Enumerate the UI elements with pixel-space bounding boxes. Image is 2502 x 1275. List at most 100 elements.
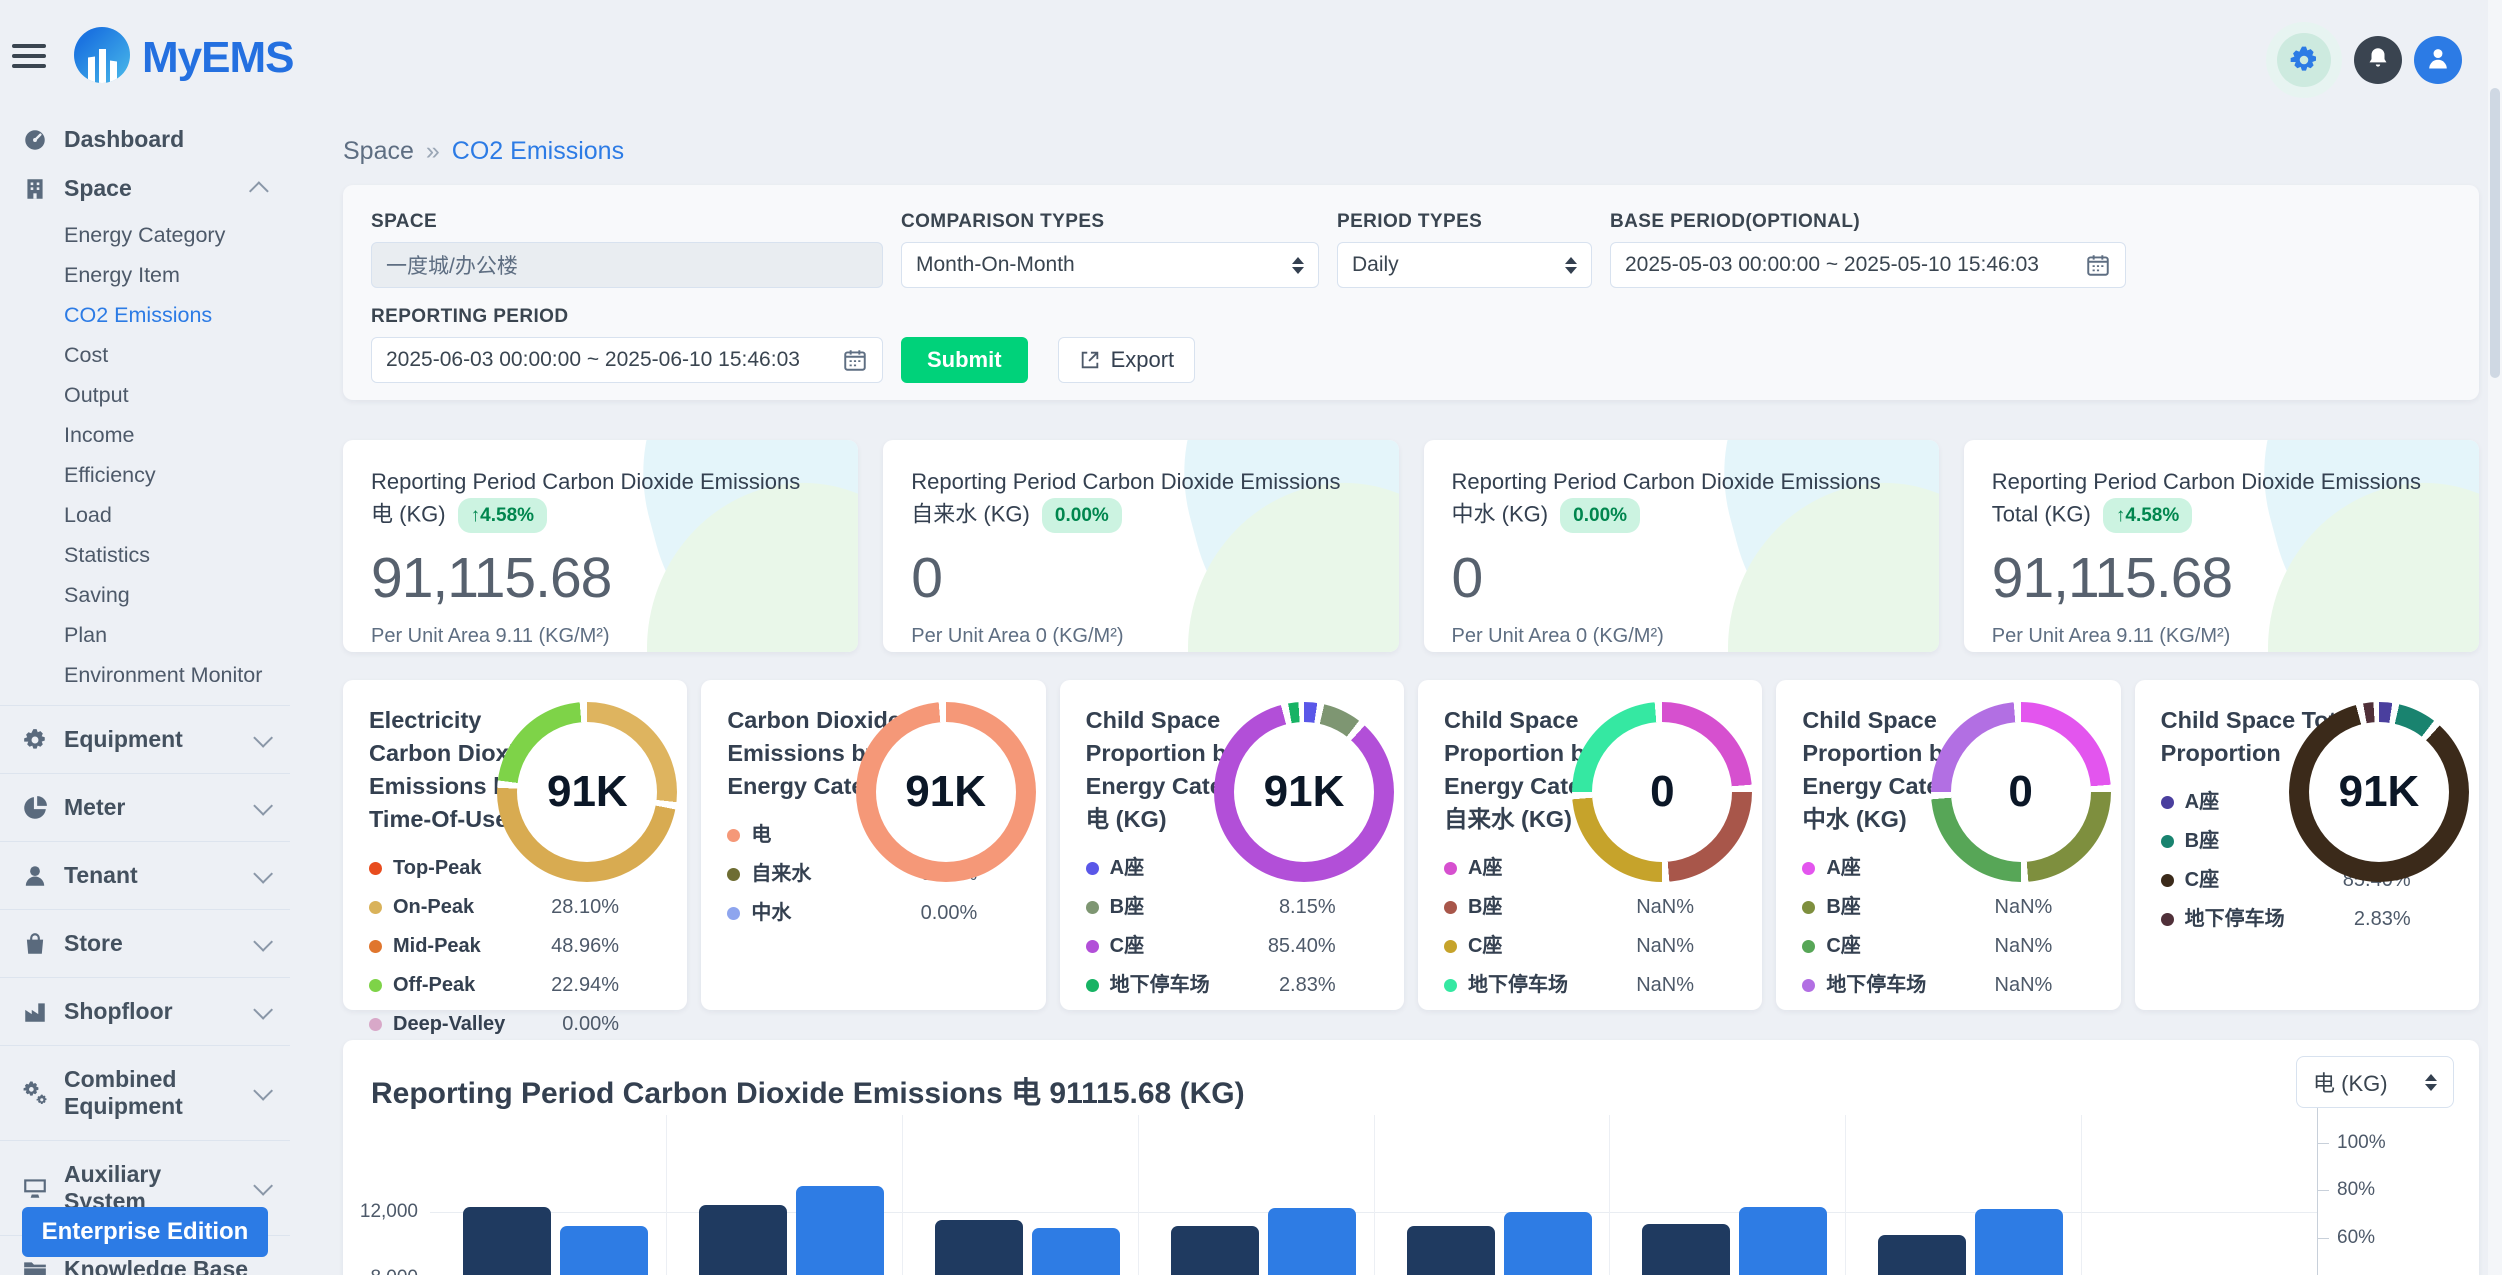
sidebar-subitem-income[interactable]: Income [64,415,290,455]
legend-item[interactable]: 地下停车场 NaN% [1444,973,1694,998]
breadcrumb-parent[interactable]: Space [343,137,414,166]
enterprise-edition-button[interactable]: Enterprise Edition [22,1207,268,1257]
export-button[interactable]: Export [1058,337,1196,383]
y-axis-right-line [2317,1108,2318,1275]
bar-reporting-period[interactable] [796,1186,884,1275]
bar-reporting-period[interactable] [1032,1228,1120,1275]
legend-item[interactable]: Off-Peak22.94% [369,973,619,998]
sidebar-subitem-energy-item[interactable]: Energy Item [64,255,290,295]
sidebar-subitem-co2-emissions[interactable]: CO2 Emissions [64,295,290,335]
sidebar-item-combined-equipment[interactable]: Combined Equipment [0,1046,290,1140]
y-axis-right-tick: 80% [2337,1179,2375,1201]
legend-item[interactable]: B座NaN% [1444,895,1694,920]
kpi-change-badge: 0.00% [1560,498,1640,534]
legend-label: A座 [2185,790,2219,815]
space-input[interactable]: 一度城/办公楼 [371,242,883,288]
gridline-vertical [1374,1115,1375,1275]
legend-item[interactable]: Mid-Peak48.96% [369,934,619,959]
donut-center-value: 91K [905,767,986,817]
page-scrollbar[interactable] [2488,0,2502,1275]
bar-reporting-period[interactable] [1975,1209,2063,1275]
bar-base-period[interactable] [1407,1226,1495,1275]
bar-base-period[interactable] [1171,1226,1259,1275]
legend-item[interactable]: C座85.40% [1086,934,1336,959]
kpi-cards-row: Reporting Period Carbon Dioxide Emission… [343,440,2479,652]
bar-base-period[interactable] [699,1205,787,1275]
legend-item[interactable]: 地下停车场2.83% [2161,907,2411,932]
gridline-vertical [902,1115,903,1275]
sidebar-subitem-load[interactable]: Load [64,495,290,535]
bar-reporting-period[interactable] [1268,1208,1356,1275]
reporting-period-label: REPORTING PERIOD [371,306,883,328]
breadcrumb-current[interactable]: CO2 Emissions [452,137,624,166]
sidebar-item-equipment[interactable]: Equipment [0,706,290,773]
bar-reporting-period[interactable] [1504,1212,1592,1275]
bar-reporting-period[interactable] [560,1226,648,1275]
legend-dot [369,862,382,875]
sidebar-subitem-plan[interactable]: Plan [64,615,290,655]
scrollbar-thumb[interactable] [2490,88,2500,378]
sidebar-item-shopfloor[interactable]: Shopfloor [0,978,290,1045]
legend-item[interactable]: On-Peak28.10% [369,895,619,920]
submit-button[interactable]: Submit [901,337,1028,383]
legend-item[interactable]: C座NaN% [1444,934,1694,959]
legend-item[interactable]: 地下停车场2.83% [1086,973,1336,998]
sidebar-subitem-efficiency[interactable]: Efficiency [64,455,290,495]
bar-base-period[interactable] [1642,1224,1730,1275]
legend-label: 地下停车场 [1468,973,1568,998]
legend-dot [1802,940,1815,953]
user-profile-button[interactable] [2414,36,2462,84]
energy-category-select[interactable]: 电 (KG) [2296,1056,2454,1108]
legend-value: 28.10% [551,896,619,919]
space-label: SPACE [371,211,883,233]
person-icon [22,863,48,889]
sidebar-subitem-cost[interactable]: Cost [64,335,290,375]
sidebar-subitem-statistics[interactable]: Statistics [64,535,290,575]
legend-item[interactable]: 中水0.00% [727,901,977,926]
donut-cards-row: Electricity Carbon Dioxide Emissions by … [343,680,2479,1010]
base-period-input[interactable]: 2025-05-03 00:00:00 ~ 2025-05-10 15:46:0… [1610,242,2126,288]
sidebar-subitem-output[interactable]: Output [64,375,290,415]
sidebar-item-meter[interactable]: Meter [0,774,290,841]
sidebar-subitem-environment-monitor[interactable]: Environment Monitor [64,655,290,695]
sidebar-subitem-energy-category[interactable]: Energy Category [64,215,290,255]
legend-dot [369,901,382,914]
legend-dot [727,868,740,881]
space-field: SPACE 一度城/办公楼 [371,211,883,288]
notifications-button[interactable] [2354,36,2402,84]
legend-dot [1802,901,1815,914]
legend-value: 0.00% [921,902,978,925]
bar-base-period[interactable] [463,1207,551,1275]
bar-chart-plot: 12,0008,000100%80%60%40% [430,1120,2317,1275]
comparison-types-select[interactable]: Month-On-Month [901,242,1319,288]
period-types-select[interactable]: Daily [1337,242,1592,288]
sidebar-subitem-saving[interactable]: Saving [64,575,290,615]
legend-item[interactable]: B座8.15% [1086,895,1336,920]
kpi-change-badge: ↑4.58% [458,498,547,534]
legend-item[interactable]: C座NaN% [1802,934,2052,959]
sidebar-item-space[interactable]: Space [0,164,290,213]
sidebar-item-tenant[interactable]: Tenant [0,842,290,909]
reporting-period-input[interactable]: 2025-06-03 00:00:00 ~ 2025-06-10 15:46:0… [371,337,883,383]
bar-reporting-period[interactable] [1739,1207,1827,1275]
legend-label: Deep-Valley [393,1012,505,1037]
gridline-vertical [1138,1115,1139,1275]
sidebar-item-dashboard[interactable]: Dashboard [0,115,290,164]
bar-base-period[interactable] [935,1220,1023,1275]
legend-dot [369,940,382,953]
legend-item[interactable]: Deep-Valley0.00% [369,1012,619,1037]
bar-base-period[interactable] [1878,1235,1966,1275]
legend-dot [1444,979,1457,992]
sidebar-item-store[interactable]: Store [0,910,290,977]
legend-label: A座 [1826,856,1860,881]
legend-item[interactable]: 地下停车场NaN% [1802,973,2052,998]
gauge-icon [22,127,48,153]
chevron-down-icon [253,1176,273,1196]
settings-button[interactable] [2266,22,2342,98]
legend-item[interactable]: B座NaN% [1802,895,2052,920]
legend-value: NaN% [1636,974,1694,997]
hamburger-menu-icon[interactable] [12,44,46,70]
kpi-value: 0 [1452,545,1911,611]
kpi-per-unit-area: Per Unit Area 9.11 (KG/M²) [371,625,830,648]
legend-dot [1444,901,1457,914]
